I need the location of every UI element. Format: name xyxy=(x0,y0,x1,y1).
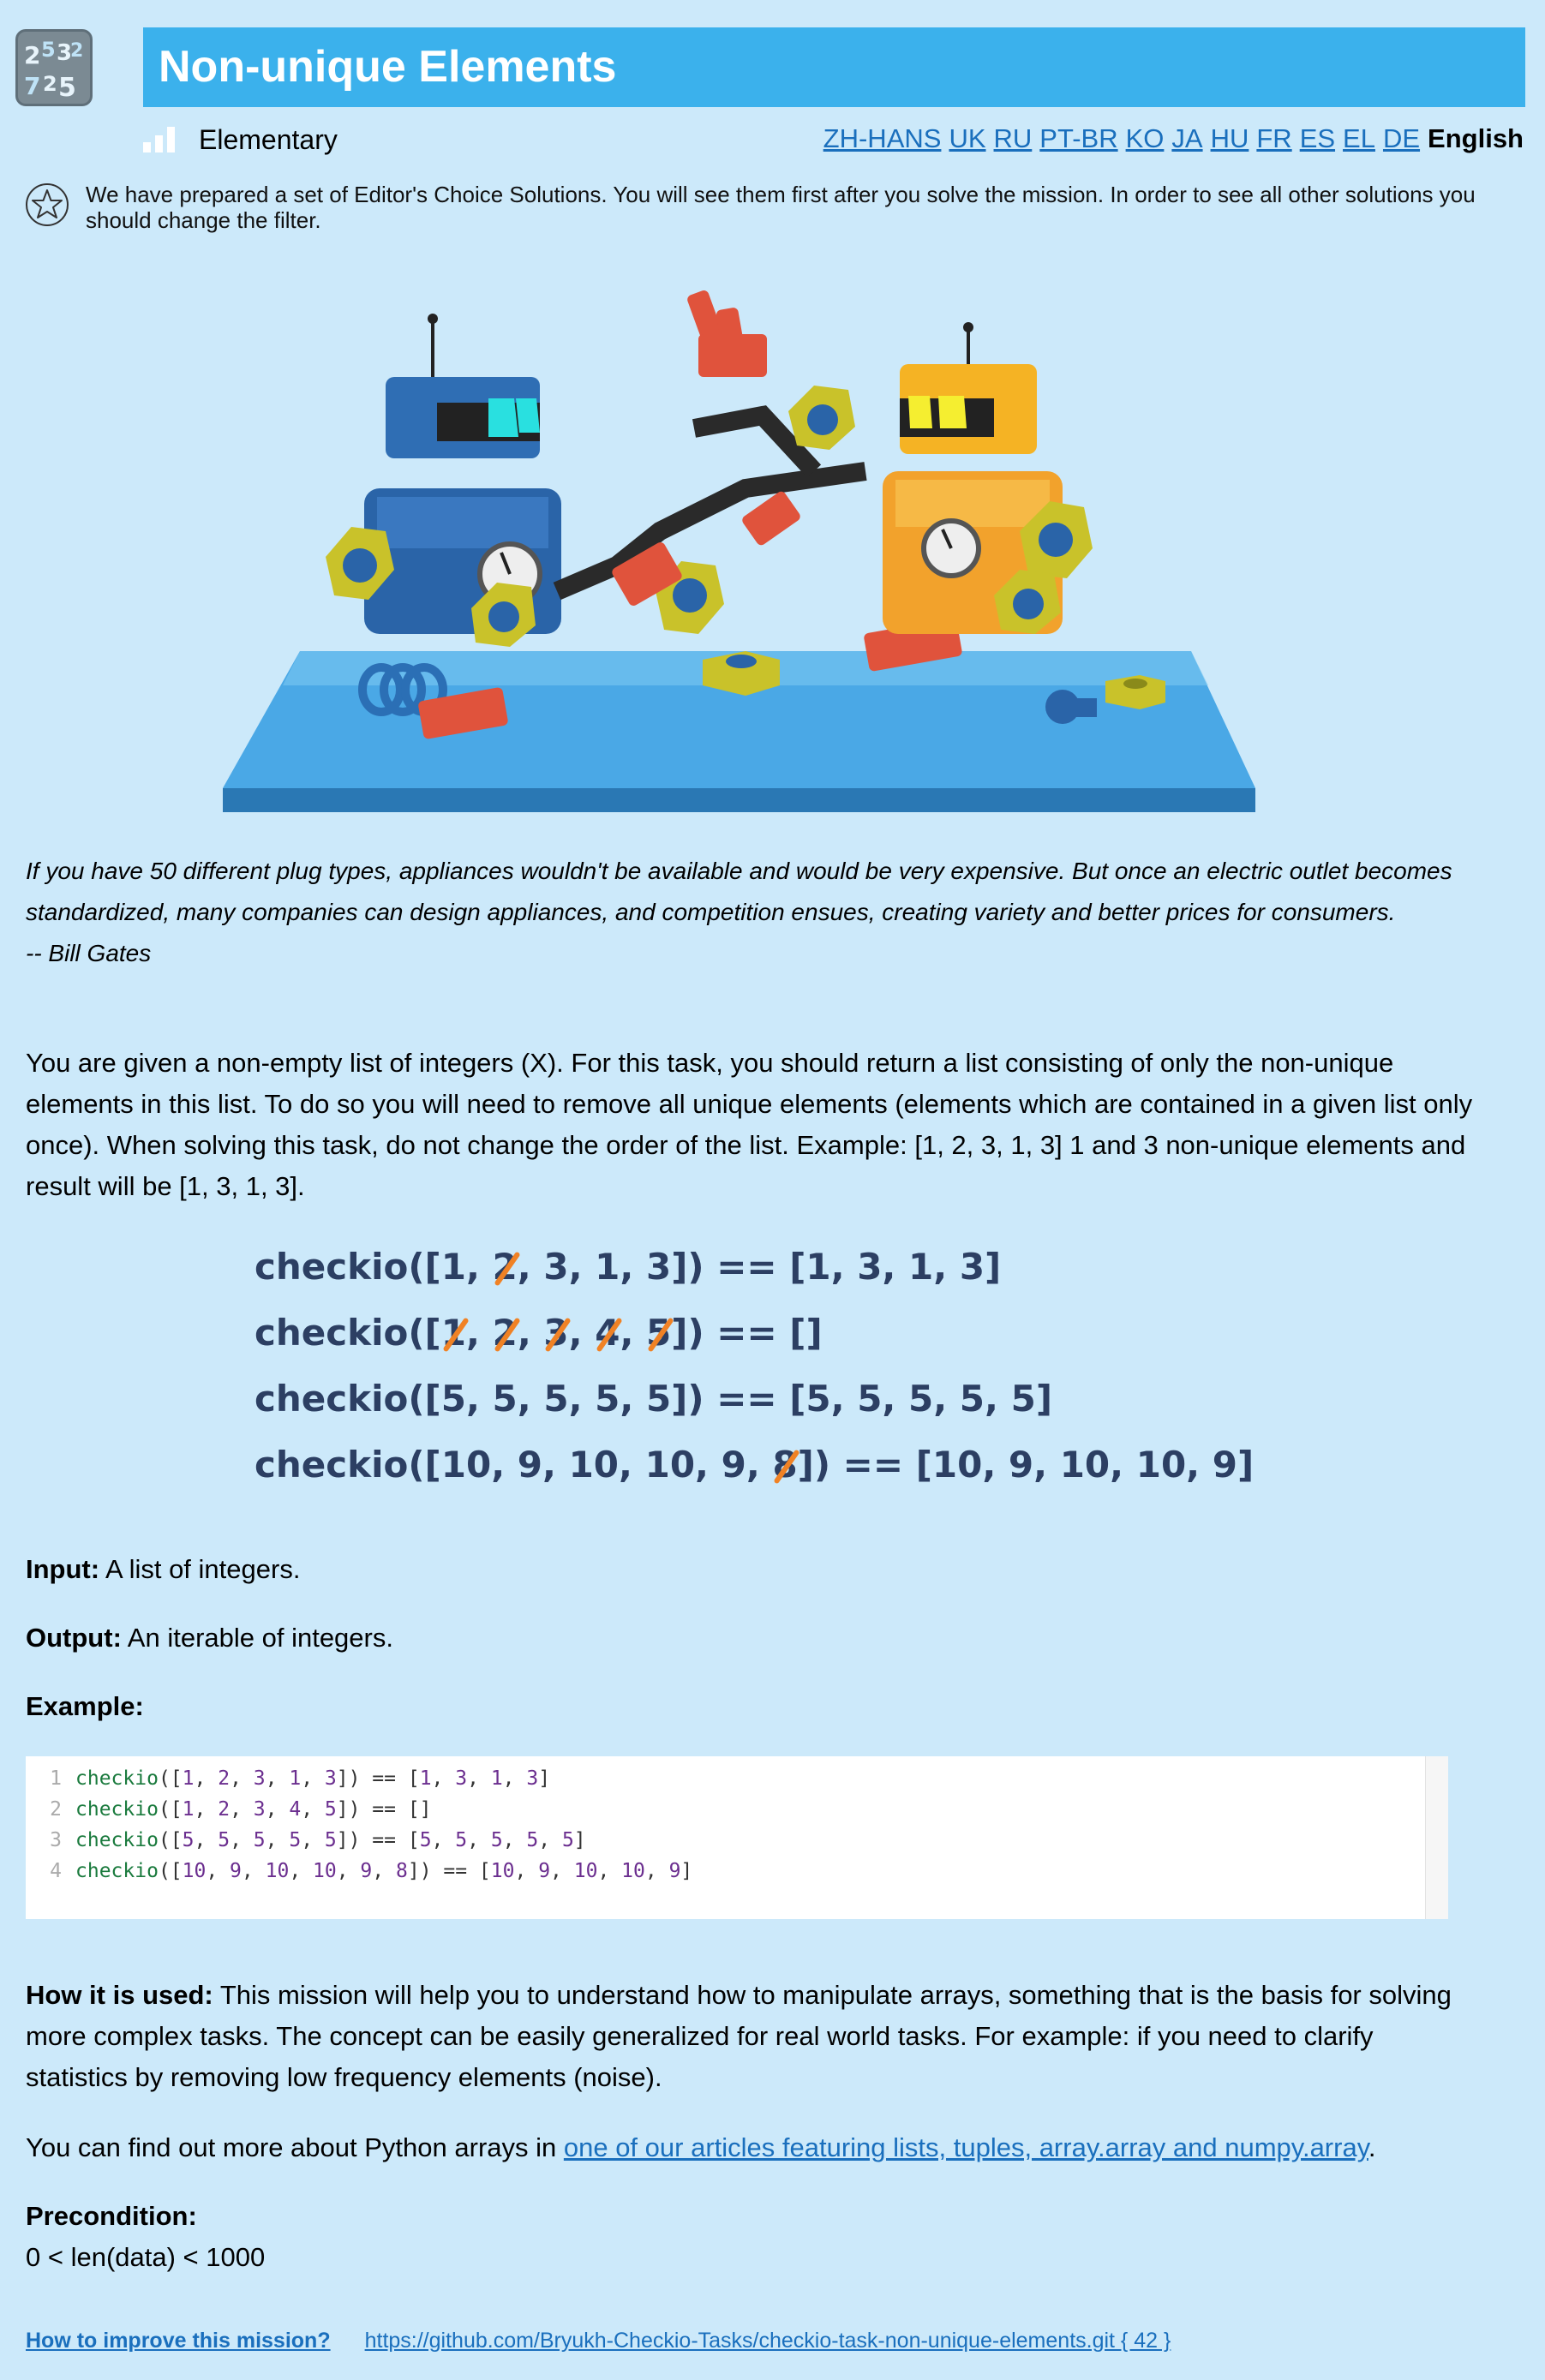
mission-description: You are given a non-empty list of intege… xyxy=(26,1043,1482,1207)
example-line-2: checkio([1, 2, 3, 4, 5]) == [] xyxy=(255,1300,1283,1366)
difficulty-label: Elementary xyxy=(199,123,338,155)
svg-text:7: 7 xyxy=(24,72,40,100)
github-repo-link[interactable]: https://github.com/Bryukh-Checkio-Tasks/… xyxy=(365,2329,1171,2353)
lang-link-es[interactable]: ES xyxy=(1300,123,1335,154)
code-line: 4 checkio([10, 9, 10, 10, 9, 8]) == [10,… xyxy=(26,1856,1448,1887)
footer-links: How to improve this mission? https://git… xyxy=(26,2329,1171,2353)
arrays-paragraph: You can find out more about Python array… xyxy=(26,2127,1482,2168)
description-text: You are given a non-empty list of intege… xyxy=(26,1048,1473,1201)
line-number: 3 xyxy=(50,1829,62,1851)
precondition-text: 0 < len(data) < 1000 xyxy=(26,2242,266,2272)
how-used-label: How it is used: xyxy=(26,1980,213,2010)
code-example-box[interactable]: 1 checkio([1, 2, 3, 1, 3]) == [1, 3, 1, … xyxy=(26,1756,1448,1919)
lang-link-de[interactable]: DE xyxy=(1383,123,1420,154)
lang-link-zh-hans[interactable]: ZH-HANS xyxy=(823,123,942,154)
output-text: An iterable of integers. xyxy=(127,1623,393,1653)
code-line-text: checkio([10, 9, 10, 10, 9, 8]) == [10, 9… xyxy=(75,1860,693,1882)
line-number: 4 xyxy=(50,1860,62,1882)
logo-digits-icon: 2 5 3 2 7 2 5 xyxy=(21,34,87,101)
quote-text: If you have 50 different plug types, app… xyxy=(26,858,1452,925)
robots-illustration xyxy=(223,290,1255,812)
input-text: A list of integers. xyxy=(105,1554,301,1584)
lang-current: English xyxy=(1428,123,1524,153)
editor-choice-note: We have prepared a set of Editor's Choic… xyxy=(24,182,1524,233)
example-line-1: checkio([1, 2, 3, 1, 3]) == [1, 3, 1, 3] xyxy=(255,1234,1283,1300)
line-number: 1 xyxy=(50,1767,62,1790)
how-it-is-used: How it is used: This mission will help y… xyxy=(26,1975,1482,2098)
difficulty-indicator: Elementary xyxy=(143,120,338,159)
title-bar: Non-unique Elements xyxy=(143,27,1525,107)
svg-text:2: 2 xyxy=(43,72,57,96)
quote-author: -- Bill Gates xyxy=(26,940,152,966)
how-used-text: This mission will help you to understand… xyxy=(26,1980,1452,2092)
input-label: Input: xyxy=(26,1554,100,1584)
example-label: Example: xyxy=(26,1691,144,1721)
svg-text:2: 2 xyxy=(70,40,83,62)
improve-mission-link[interactable]: How to improve this mission? xyxy=(26,2329,331,2353)
code-line-text: checkio([1, 2, 3, 4, 5]) == [] xyxy=(75,1798,432,1821)
lang-link-uk[interactable]: UK xyxy=(949,123,985,154)
lang-link-ko[interactable]: KO xyxy=(1126,123,1165,154)
editor-note-text: We have prepared a set of Editor's Choic… xyxy=(86,182,1476,233)
lang-link-el[interactable]: EL xyxy=(1343,123,1375,154)
svg-text:5: 5 xyxy=(41,38,56,62)
output-label: Output: xyxy=(26,1623,122,1653)
quote-block: If you have 50 different plug types, app… xyxy=(26,851,1482,974)
precondition-label: Precondition: xyxy=(26,2201,197,2231)
code-line: 2 checkio([1, 2, 3, 4, 5]) == [] xyxy=(26,1794,1448,1825)
lang-link-pt-br[interactable]: PT-BR xyxy=(1039,123,1117,154)
svg-text:2: 2 xyxy=(24,41,40,69)
arrays-suffix: . xyxy=(1368,2132,1376,2162)
lang-link-fr[interactable]: FR xyxy=(1256,123,1291,154)
examples-illustration: checkio([1, 2, 3, 1, 3]) == [1, 3, 1, 3]… xyxy=(255,1234,1283,1498)
example-heading: Example: xyxy=(26,1689,144,1724)
line-number: 2 xyxy=(50,1798,62,1821)
page-title: Non-unique Elements xyxy=(159,42,617,92)
code-line-text: checkio([1, 2, 3, 1, 3]) == [1, 3, 1, 3] xyxy=(75,1767,551,1790)
difficulty-bars-icon xyxy=(143,127,175,152)
code-line-text: checkio([5, 5, 5, 5, 5]) == [5, 5, 5, 5,… xyxy=(75,1829,586,1851)
star-icon xyxy=(26,183,69,226)
code-scrollbar[interactable] xyxy=(1425,1756,1448,1919)
input-spec: Input: A list of integers. xyxy=(26,1552,300,1587)
output-spec: Output: An iterable of integers. xyxy=(26,1621,393,1655)
arrays-article-link[interactable]: one of our articles featuring lists, tup… xyxy=(564,2132,1368,2162)
code-line: 1 checkio([1, 2, 3, 1, 3]) == [1, 3, 1, … xyxy=(26,1763,1448,1794)
lang-link-hu[interactable]: HU xyxy=(1211,123,1249,154)
checkio-logo[interactable]: 2 5 3 2 7 2 5 xyxy=(15,29,93,106)
lang-link-ru[interactable]: RU xyxy=(994,123,1033,154)
lang-link-ja[interactable]: JA xyxy=(1171,123,1202,154)
arrays-prefix: You can find out more about Python array… xyxy=(26,2132,564,2162)
example-line-4: checkio([10, 9, 10, 10, 9, 8]) == [10, 9… xyxy=(255,1432,1283,1498)
svg-text:5: 5 xyxy=(58,73,76,101)
language-switcher: ZH-HANS UK RU PT-BR KO JA HU FR ES EL DE… xyxy=(823,120,1524,158)
code-line: 3 checkio([5, 5, 5, 5, 5]) == [5, 5, 5, … xyxy=(26,1825,1448,1856)
example-line-3: checkio([5, 5, 5, 5, 5]) == [5, 5, 5, 5,… xyxy=(255,1378,1053,1420)
precondition-block: Precondition: 0 < len(data) < 1000 xyxy=(26,2196,1482,2278)
